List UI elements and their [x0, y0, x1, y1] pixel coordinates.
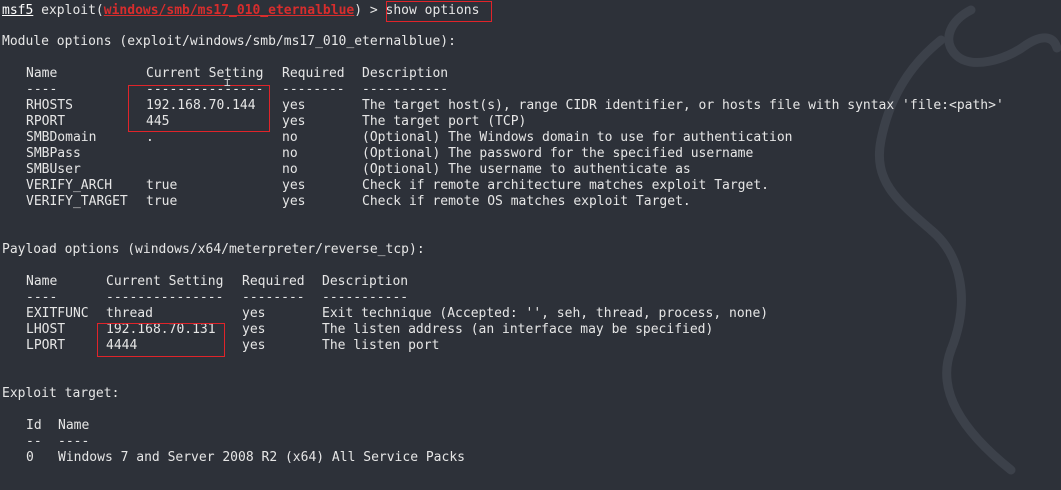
- header-underline: -----------: [322, 290, 409, 305]
- column-header-current-setting: Current Setting: [106, 274, 224, 289]
- prompt-module-name: windows/smb/ms17_010_eternalblue: [103, 3, 355, 18]
- header-underline: ----: [26, 290, 58, 305]
- payload-setting: thread: [106, 306, 153, 321]
- column-header-required: Required: [282, 66, 345, 81]
- column-header-description: Description: [322, 274, 409, 289]
- option-setting: true: [146, 178, 178, 193]
- option-required: no: [282, 130, 298, 145]
- lhost-lport-highlight: [97, 323, 225, 357]
- column-header-name: Name: [26, 274, 58, 289]
- option-required: no: [282, 146, 298, 161]
- option-required: yes: [282, 114, 306, 129]
- payload-name: EXITFUNC: [26, 306, 89, 321]
- prompt-msf-label: msf5: [2, 3, 34, 18]
- module-options-heading: Module options (exploit/windows/smb/ms17…: [2, 34, 456, 49]
- option-name: RHOSTS: [26, 98, 73, 113]
- option-name: RPORT: [26, 114, 66, 129]
- option-description: (Optional) The password for the specifie…: [362, 146, 754, 161]
- kali-dragon-icon: [875, 5, 1061, 475]
- rhosts-rport-highlight: [128, 85, 270, 132]
- column-header-id: Id: [26, 418, 42, 433]
- exploit-target-heading: Exploit target:: [2, 386, 120, 401]
- option-setting: true: [146, 194, 178, 209]
- column-header-description: Description: [362, 66, 449, 81]
- terminal-window[interactable]: msf5 exploit(windows/smb/ms17_010_eterna…: [0, 0, 1061, 490]
- payload-description: Exit technique (Accepted: '', seh, threa…: [322, 306, 769, 321]
- payload-name: LPORT: [26, 338, 66, 353]
- option-description: The target host(s), range CIDR identifie…: [362, 98, 1004, 113]
- option-description: (Optional) The username to authenticate …: [362, 162, 691, 177]
- column-header-required: Required: [242, 274, 305, 289]
- column-header-name: Name: [26, 66, 58, 81]
- option-name: SMBPass: [26, 146, 81, 161]
- prompt-exploit-open: exploit(: [33, 3, 104, 18]
- option-name: SMBDomain: [26, 130, 97, 145]
- column-header-name: Name: [58, 418, 90, 433]
- payload-description: The listen address (an interface may be …: [322, 322, 714, 337]
- option-setting: .: [146, 130, 154, 145]
- option-required: no: [282, 162, 298, 177]
- column-header-current-setting: Current Setting: [146, 66, 264, 81]
- target-name: Windows 7 and Server 2008 R2 (x64) All S…: [58, 450, 465, 465]
- option-required: yes: [282, 194, 306, 209]
- option-description: The target port (TCP): [362, 114, 527, 129]
- text-cursor-icon: ⌶: [224, 76, 231, 89]
- payload-description: The listen port: [322, 338, 440, 353]
- command-highlight: [386, 1, 492, 22]
- header-underline: ----: [26, 82, 58, 97]
- header-underline: -----------: [362, 82, 449, 97]
- option-required: yes: [282, 98, 306, 113]
- header-underline: --: [26, 434, 42, 449]
- target-id: 0: [26, 450, 34, 465]
- header-underline: --------: [242, 290, 305, 305]
- header-underline: ---------------: [106, 290, 224, 305]
- option-description: Check if remote architecture matches exp…: [362, 178, 769, 193]
- header-underline: ----: [58, 434, 90, 449]
- header-underline: --------: [282, 82, 345, 97]
- option-name: SMBUser: [26, 162, 81, 177]
- payload-name: LHOST: [26, 322, 66, 337]
- option-name: VERIFY_TARGET: [26, 194, 128, 209]
- option-description: (Optional) The Windows domain to use for…: [362, 130, 793, 145]
- payload-required: yes: [242, 306, 266, 321]
- prompt-exploit-close: ) >: [354, 3, 386, 18]
- option-name: VERIFY_ARCH: [26, 178, 113, 193]
- option-description: Check if remote OS matches exploit Targe…: [362, 194, 691, 209]
- payload-required: yes: [242, 322, 266, 337]
- payload-required: yes: [242, 338, 266, 353]
- option-required: yes: [282, 178, 306, 193]
- payload-options-heading: Payload options (windows/x64/meterpreter…: [2, 242, 425, 257]
